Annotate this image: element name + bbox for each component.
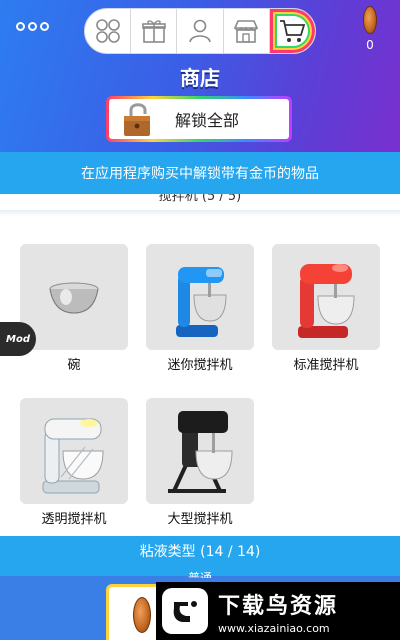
large-mixer-icon [168, 411, 233, 493]
padlock-icon [124, 103, 150, 136]
item-label: 大型搅拌机 [167, 512, 233, 527]
transparent-mixer-icon [42, 418, 104, 494]
item-label: 迷你搅拌机 [167, 358, 233, 373]
item-tile [146, 244, 254, 350]
coin-icon [363, 6, 377, 34]
item-tile [146, 398, 254, 504]
nav-cart-button[interactable] [270, 9, 315, 53]
mixer-item-mini[interactable]: 迷你搅拌机 [146, 244, 254, 373]
watermark: 下载鸟资源 www.xiazainiao.com [156, 582, 400, 640]
store-icon [233, 20, 259, 43]
watermark-logo [162, 588, 208, 634]
watermark-url: www.xiazainiao.com [218, 621, 330, 635]
bowl-icon [49, 282, 99, 314]
divider [0, 210, 400, 216]
item-tile [272, 244, 380, 350]
mixers-section-header: 搅拌机 (5 / 5) [0, 194, 400, 210]
grid-icon [95, 19, 120, 43]
normal-section-label: 普通 [187, 571, 212, 578]
coin-count: 0 [366, 38, 374, 52]
nav-collection-button[interactable] [85, 9, 132, 53]
mixer-item-standard[interactable]: 标准搅拌机 [272, 244, 380, 373]
dot-icon [40, 22, 49, 31]
item-tile [20, 244, 128, 350]
mod-badge[interactable]: Mod [0, 322, 36, 356]
profile-icon [189, 19, 211, 43]
mixer-item-large[interactable]: 大型搅拌机 [146, 398, 254, 527]
coin-balance: 0 [362, 6, 378, 52]
standard-mixer-icon [298, 264, 355, 338]
page-title: 商店 [180, 66, 220, 90]
unlock-all-button[interactable]: 解锁全部 [106, 96, 292, 142]
mini-mixer-icon [176, 267, 227, 337]
cart-icon [280, 20, 306, 42]
bird-logo-icon [173, 601, 197, 622]
nav-profile-button[interactable] [177, 9, 224, 53]
top-nav-bar [84, 8, 316, 54]
more-options-button[interactable] [16, 22, 49, 31]
unlock-all-label: 解锁全部 [175, 111, 240, 130]
mixers-section-label: 搅拌机 (5 / 5) [158, 194, 242, 204]
item-label: 标准搅拌机 [293, 358, 359, 373]
item-label: 碗 [67, 358, 81, 373]
watermark-text: 下载鸟资源 www.xiazainiao.com [218, 588, 338, 635]
mixer-item-bowl[interactable]: 碗 [20, 244, 128, 373]
dot-icon [16, 22, 25, 31]
item-tile [20, 398, 128, 504]
gift-icon [141, 20, 166, 43]
item-label: 透明搅拌机 [41, 512, 107, 527]
coin-icon [133, 597, 151, 633]
iap-info-banner: 在应用程序购买中解锁带有金币的物品 [0, 152, 400, 194]
watermark-title: 下载鸟资源 [218, 593, 339, 619]
slime-types-section-header[interactable]: 粘液类型 (14 / 14) [0, 536, 400, 566]
nav-store-button[interactable] [224, 9, 270, 53]
dot-icon [28, 22, 37, 31]
mixer-item-transparent[interactable]: 透明搅拌机 [20, 398, 128, 527]
nav-gift-button[interactable] [131, 9, 178, 53]
